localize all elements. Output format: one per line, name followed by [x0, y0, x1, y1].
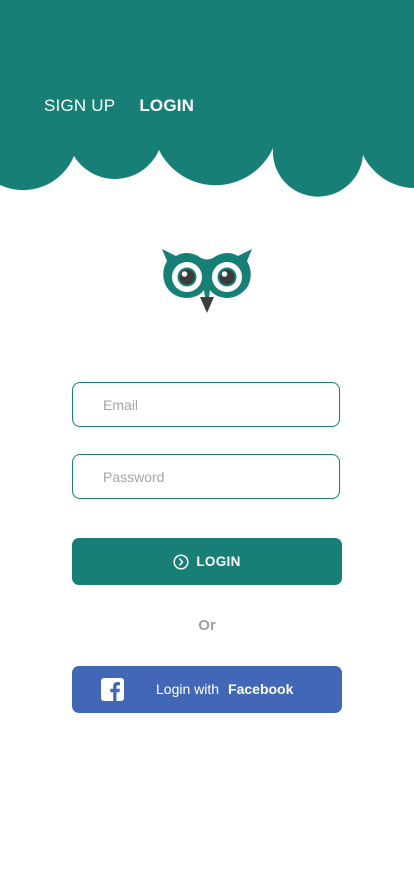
tab-login[interactable]: LOGIN — [139, 95, 194, 117]
login-button[interactable]: LOGIN — [72, 538, 342, 585]
auth-tabs: SIGN UP LOGIN — [44, 95, 194, 117]
header-banner: SIGN UP LOGIN — [0, 0, 414, 200]
facebook-label-prefix: Login with — [156, 681, 220, 697]
chevron-circle-right-icon — [173, 553, 189, 570]
facebook-label-brand: Facebook — [228, 681, 294, 697]
login-button-label: LOGIN — [196, 554, 241, 569]
facebook-icon — [101, 678, 124, 701]
tab-sign-up[interactable]: SIGN UP — [44, 95, 115, 117]
email-input[interactable] — [73, 383, 339, 426]
password-input[interactable] — [73, 455, 339, 498]
facebook-button-label: Login with Facebook — [156, 681, 293, 698]
email-field[interactable] — [72, 382, 340, 427]
facebook-login-button[interactable]: Login with Facebook — [72, 666, 342, 713]
owl-logo-icon — [160, 247, 254, 315]
password-field[interactable] — [72, 454, 340, 499]
login-screen: SIGN UP LOGIN LOGIN — [0, 0, 414, 896]
or-divider: Or — [198, 617, 216, 634]
